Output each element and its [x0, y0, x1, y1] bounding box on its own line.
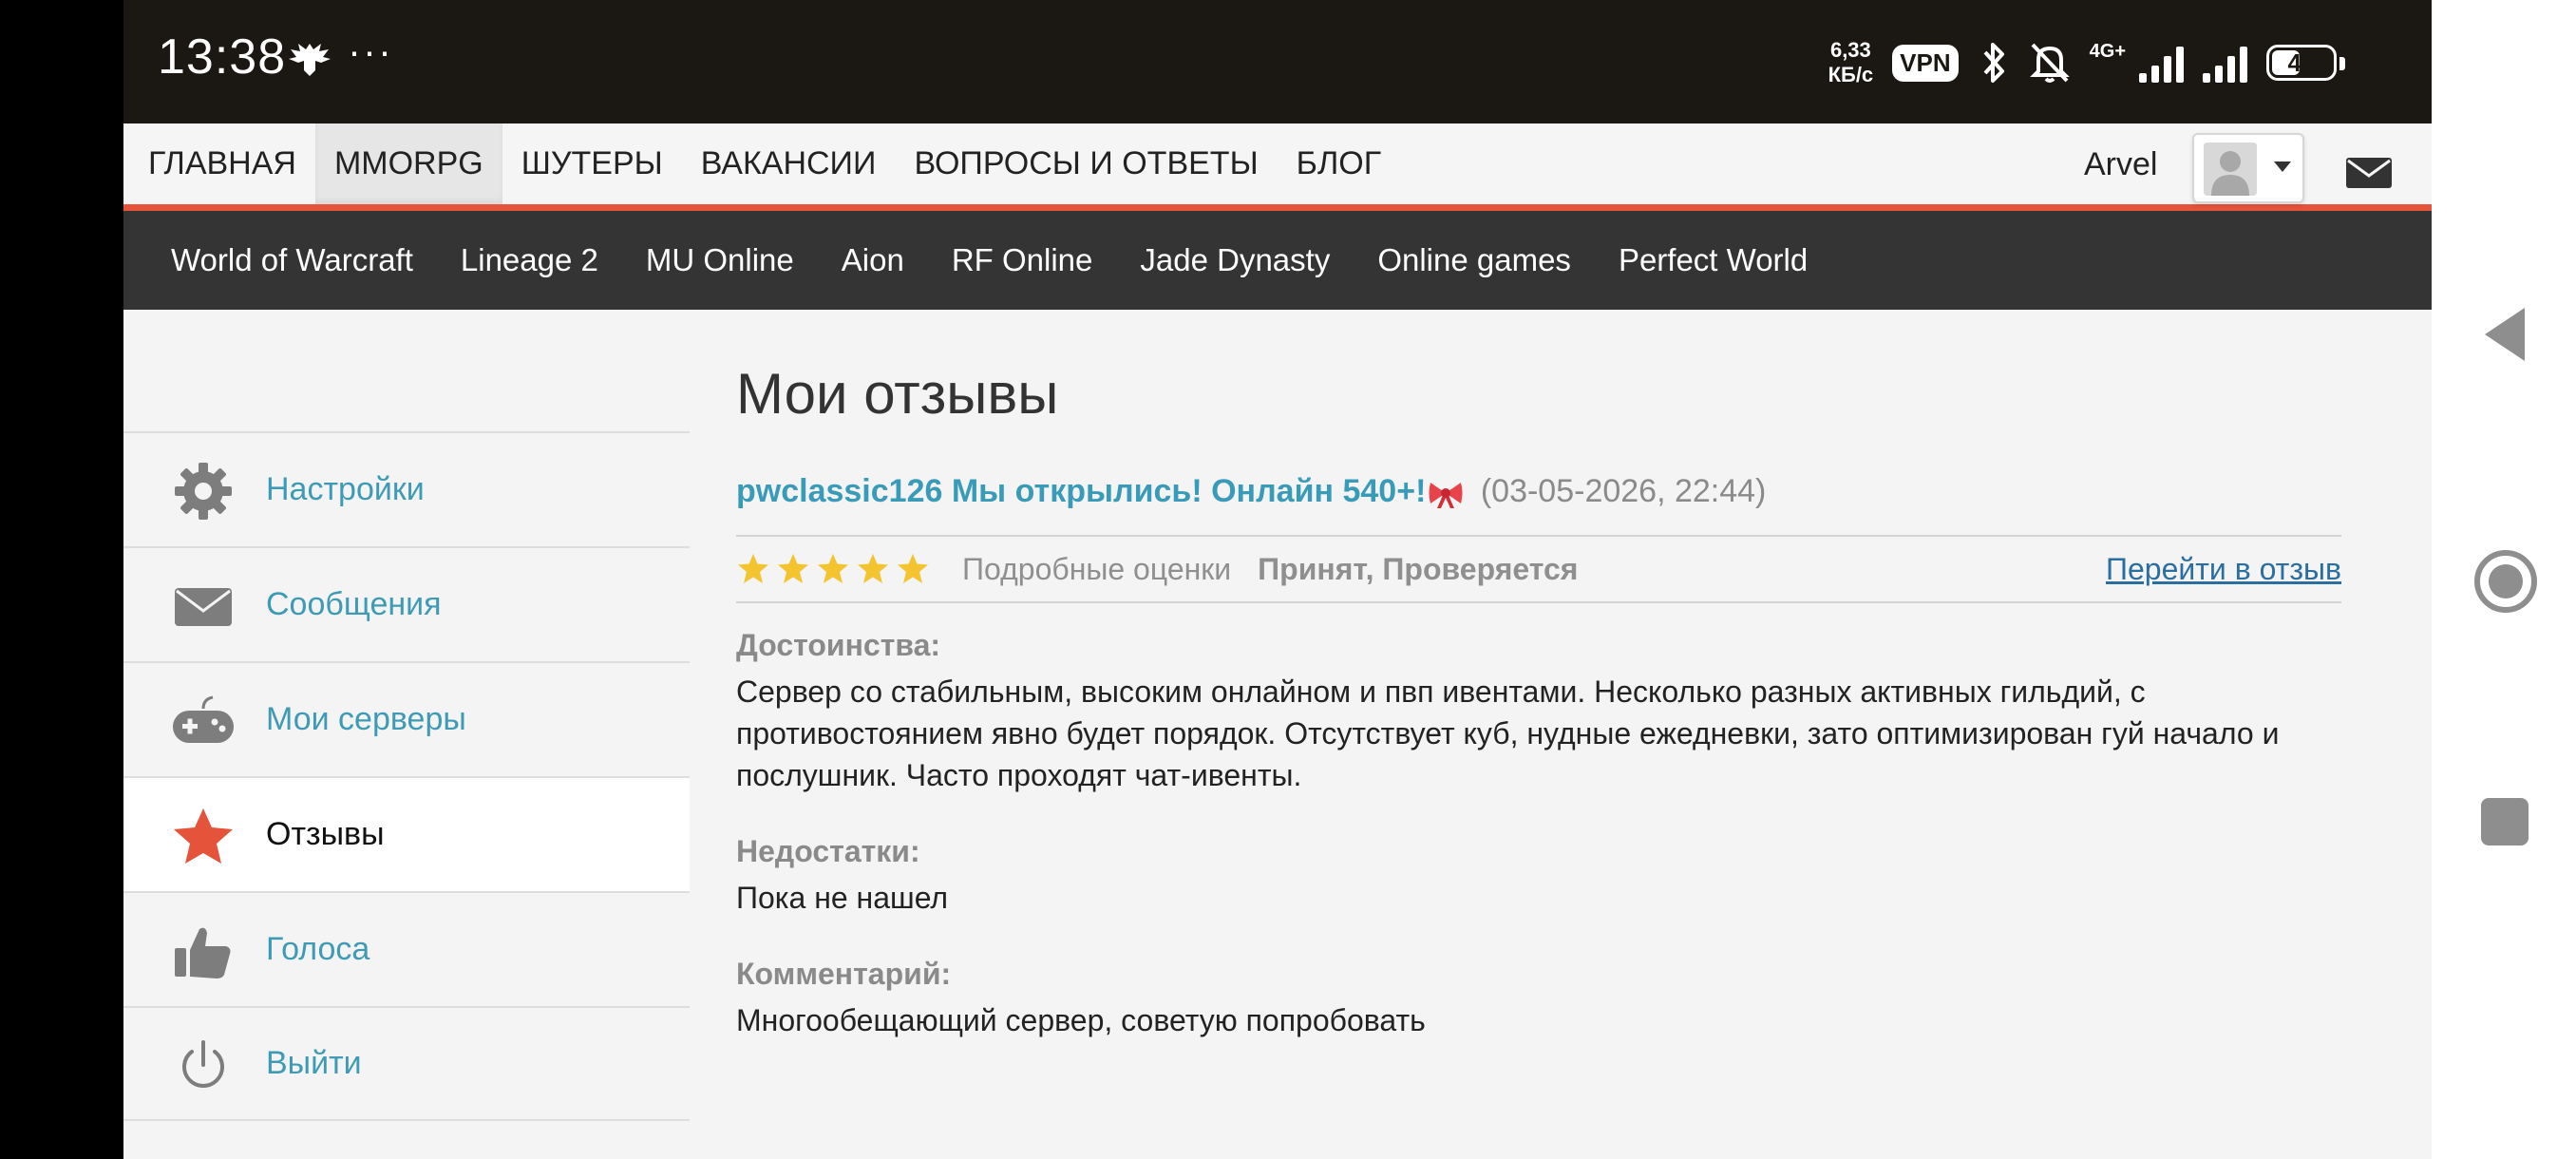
sidebar-item-label: Настройки [266, 471, 425, 507]
status-more-dots: ··· [348, 28, 393, 73]
game-nav-item[interactable]: Jade Dynasty [1140, 242, 1330, 278]
top-nav-item[interactable]: ШУТЕРЫ [502, 124, 682, 204]
signal-strength-icon-1 [2139, 43, 2184, 83]
top-nav-item[interactable]: БЛОГ [1278, 124, 1400, 204]
review-date: (03-05-2026, 22:44) [1480, 473, 1767, 509]
star-rating-icon [778, 554, 808, 583]
game-nav-item[interactable]: Perfect World [1619, 242, 1808, 278]
star-rating-icon [898, 554, 928, 583]
network-type: 4G+ [2089, 40, 2126, 62]
thumbs-up-icon [169, 922, 237, 980]
top-nav-item[interactable]: ВАКАНСИИ [682, 124, 896, 204]
sidebar-item-label: Отзывы [266, 816, 385, 852]
avatar [2204, 142, 2257, 196]
game-nav-item[interactable]: RF Online [952, 242, 1093, 278]
top-nav-item[interactable]: ГЛАВНАЯ [129, 124, 315, 204]
phone-screen: 13:38 ··· 6,33 КБ/с VPN 4G+ 47 ГЛАВНАЯ M… [123, 0, 2432, 1159]
goto-review-link[interactable]: Перейти в отзыв [2106, 552, 2341, 587]
top-nav-item[interactable]: ВОПРОСЫ И ОТВЕТЫ [895, 124, 1277, 204]
pros-section: Достоинства: Сервер со стабильным, высок… [736, 628, 2341, 796]
star-rating-icon [818, 554, 848, 583]
sidebar-item[interactable]: Выйти [123, 1006, 690, 1121]
cons-label: Недостатки: [736, 834, 920, 868]
gear-icon [169, 462, 237, 521]
chevron-down-icon [2274, 162, 2291, 172]
sidebar-item[interactable]: Голоса [123, 891, 690, 1006]
home-icon[interactable] [2473, 549, 2538, 614]
sidebar-item[interactable]: Сообщения [123, 546, 690, 661]
bluetooth-icon [1983, 43, 2004, 83]
sidebar-item[interactable]: Отзывы [123, 776, 690, 891]
review-status: Принят, Проверяется [1258, 551, 1579, 586]
sidebar-item-label: Сообщения [266, 586, 442, 622]
star-rating-icon [738, 554, 768, 583]
page-title: Мои отзывы [736, 362, 1059, 426]
games-navigation: World of Warcraft Lineage 2 MU Online Aion R… [123, 211, 2432, 310]
game-nav-item[interactable]: World of Warcraft [171, 242, 413, 278]
net-speed-value: 6,33 [1829, 38, 1871, 62]
profile-sidebar: Настройки Сообщения Мои серверы Отзывы Голос… [123, 431, 690, 1121]
sidebar-item[interactable]: Настройки [123, 431, 690, 546]
pros-label: Достоинства: [736, 628, 941, 662]
back-icon[interactable] [2483, 306, 2527, 363]
gamepad-icon [169, 692, 237, 750]
status-bar: 13:38 ··· 6,33 КБ/с VPN 4G+ 47 [123, 0, 2432, 124]
envelope-icon [169, 577, 237, 636]
game-nav-item[interactable]: Online games [1377, 242, 1571, 278]
signal-strength-icon-2 [2203, 43, 2247, 83]
sidebar-item[interactable]: Мои серверы [123, 661, 690, 776]
battery-icon: 47 [2266, 45, 2345, 81]
default-user-icon [2204, 142, 2257, 196]
rating-stars [736, 552, 930, 586]
recent-apps-icon[interactable] [2481, 798, 2529, 846]
star-rating-icon [858, 554, 888, 583]
comment-label: Комментарий: [736, 957, 952, 991]
main-navigation: ГЛАВНАЯ MMORPG ШУТЕРЫ ВАКАНСИИ ВОПРОСЫ И ОТВ… [123, 124, 2432, 211]
battery-percent: 47 [2287, 48, 2316, 77]
cons-text: Пока не нашел [736, 881, 949, 915]
eagle-emblem-icon [289, 44, 331, 76]
detail-ratings-link[interactable]: Подробные оценки [962, 552, 1231, 587]
comment-section: Комментарий: Многообещающий сервер, сове… [736, 957, 2341, 1041]
vpn-badge: VPN [1892, 44, 1959, 82]
review-header: pwclassic126 Мы открылись! Онлайн 540+! … [736, 473, 2341, 510]
envelope-icon[interactable] [2346, 158, 2392, 188]
review-server-link[interactable]: pwclassic126 Мы открылись! Онлайн 540+! [736, 473, 1426, 509]
bell-muted-icon [2029, 43, 2070, 83]
sidebar-item-label: Выйти [266, 1045, 362, 1081]
star-icon [169, 807, 237, 865]
user-name[interactable]: Arvel [2084, 146, 2157, 183]
game-nav-item[interactable]: MU Online [646, 242, 794, 278]
main-content: Мои отзывы pwclassic126 Мы открылись! Он… [736, 342, 2341, 1041]
sidebar-item-label: Мои серверы [266, 701, 466, 737]
bow-emoji-icon [1429, 483, 1463, 509]
status-icons: 6,33 КБ/с VPN 4G+ 47 [1828, 28, 2345, 97]
power-icon [169, 1036, 237, 1095]
cons-section: Недостатки: Пока не нашел [736, 834, 2341, 919]
game-nav-item[interactable]: Lineage 2 [461, 242, 598, 278]
comment-text: Многообещающий сервер, советую попробова… [736, 1003, 1426, 1037]
game-nav-item[interactable]: Aion [842, 242, 904, 278]
net-speed: 6,33 КБ/с [1828, 38, 1874, 87]
review-meta-bar: Подробные оценки Принят, Проверяется Пер… [736, 535, 2341, 603]
net-speed-unit: КБ/с [1828, 63, 1874, 86]
sidebar-item-label: Голоса [266, 931, 370, 967]
status-time: 13:38 [158, 29, 287, 85]
user-menu-button[interactable] [2192, 133, 2304, 203]
top-nav-item[interactable]: MMORPG [314, 124, 502, 204]
pros-text: Сервер со стабильным, высоким онлайном и… [736, 674, 2280, 792]
